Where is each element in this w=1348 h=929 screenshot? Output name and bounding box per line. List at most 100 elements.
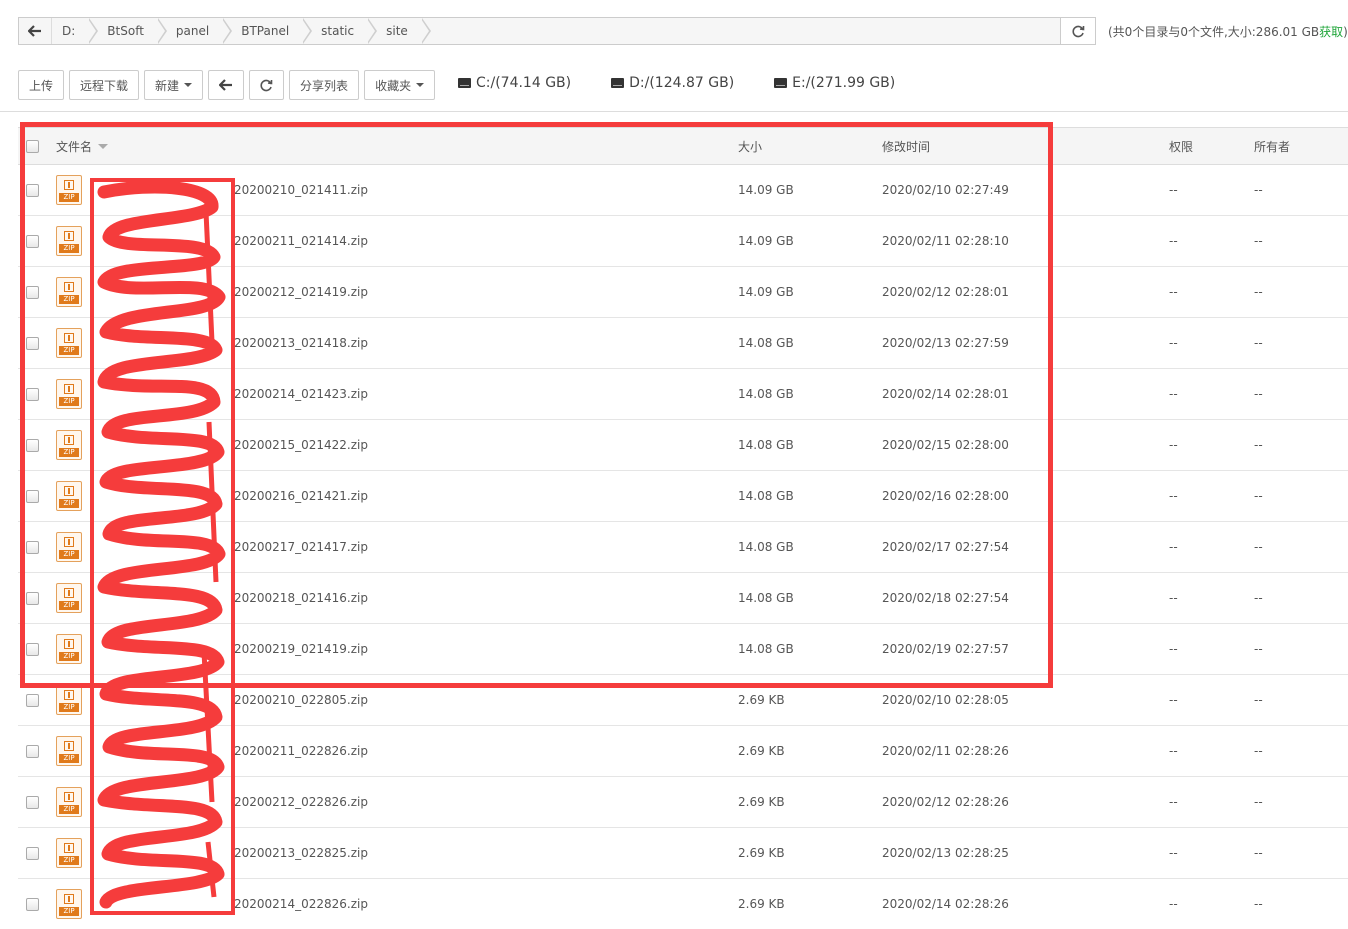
breadcrumb-item[interactable]: BtSoft [89, 18, 167, 44]
path-bar: D: BtSoft panel BTPanel static site [18, 17, 1096, 45]
row-checkbox[interactable] [26, 846, 39, 860]
row-checkbox[interactable] [26, 183, 39, 197]
file-size: 14.08 GB [738, 540, 794, 554]
directory-summary: (共0个目录与0个文件,大小:286.01 GB获取) [1108, 25, 1348, 39]
file-name-cell[interactable]: ZIP 20200217_021417.zip [56, 522, 368, 572]
table-row[interactable]: ZIP 20200218_021416.zip 14.08 GB 2020/02/18… [18, 573, 1348, 624]
file-size: 2.69 KB [738, 795, 785, 809]
file-name-cell[interactable]: ZIP 20200210_021411.zip [56, 165, 368, 215]
refresh-button[interactable] [249, 70, 285, 100]
file-permission: -- [1169, 795, 1178, 809]
row-checkbox[interactable] [26, 897, 39, 911]
back-button[interactable] [208, 70, 245, 100]
remote-download-button[interactable]: 远程下载 [69, 70, 140, 100]
file-name-cell[interactable]: ZIP 20200212_022826.zip [56, 777, 368, 827]
row-checkbox[interactable] [26, 489, 39, 503]
table-row[interactable]: ZIP 20200211_021414.zip 14.09 GB 2020/02/11… [18, 216, 1348, 267]
file-modified-time: 2020/02/12 02:28:01 [882, 285, 1009, 299]
table-row[interactable]: ZIP 20200214_022826.zip 2.69 KB 2020/02/14 … [18, 879, 1348, 929]
file-size: 14.09 GB [738, 234, 794, 248]
file-name-cell[interactable]: ZIP 20200218_021416.zip [56, 573, 368, 623]
file-name-cell[interactable]: ZIP 20200210_022805.zip [56, 675, 368, 725]
table-row[interactable]: ZIP 20200210_022805.zip 2.69 KB 2020/02/10 … [18, 675, 1348, 726]
row-checkbox[interactable] [26, 693, 39, 707]
table-row[interactable]: ZIP 20200213_022825.zip 2.69 KB 2020/02/13 … [18, 828, 1348, 879]
file-permission: -- [1169, 234, 1178, 248]
file-modified-time: 2020/02/14 02:28:01 [882, 387, 1009, 401]
sort-by-name[interactable]: 文件名 [56, 128, 109, 164]
file-name-cell[interactable]: ZIP 20200214_021423.zip [56, 369, 368, 419]
file-name-cell[interactable]: ZIP 20200213_021418.zip [56, 318, 368, 368]
select-all-checkbox[interactable] [26, 139, 39, 153]
disk-d[interactable]: D:/(124.87 GB) [611, 75, 734, 91]
breadcrumb-item[interactable]: D: [52, 18, 99, 44]
row-checkbox[interactable] [26, 336, 39, 350]
upload-button[interactable]: 上传 [18, 70, 65, 100]
new-dropdown-button[interactable]: 新建 [144, 70, 204, 100]
header-time[interactable]: 修改时间 [882, 128, 930, 164]
path-refresh-button[interactable] [1060, 18, 1095, 44]
disk-c[interactable]: C:/(74.14 GB) [458, 75, 571, 91]
table-row[interactable]: ZIP 20200217_021417.zip 14.08 GB 2020/02/17… [18, 522, 1348, 573]
table-row[interactable]: ZIP 20200219_021419.zip 14.08 GB 2020/02/19… [18, 624, 1348, 675]
file-name: 20200218_021416.zip [234, 591, 368, 605]
row-checkbox[interactable] [26, 285, 39, 299]
zip-file-icon: ZIP [56, 430, 82, 460]
arrow-left-icon [219, 79, 233, 91]
row-checkbox[interactable] [26, 744, 39, 758]
header-owner: 所有者 [1254, 139, 1291, 154]
breadcrumb-item[interactable]: panel [157, 18, 233, 44]
table-row[interactable]: ZIP 20200212_022826.zip 2.69 KB 2020/02/12 … [18, 777, 1348, 828]
file-modified-time: 2020/02/17 02:27:54 [882, 540, 1009, 554]
get-size-link[interactable]: 获取 [1319, 25, 1343, 39]
breadcrumb-item[interactable]: static [303, 18, 378, 44]
file-owner: -- [1254, 336, 1263, 350]
zip-file-icon: ZIP [56, 226, 82, 256]
zip-file-icon: ZIP [56, 787, 82, 817]
file-size: 14.08 GB [738, 591, 794, 605]
file-permission: -- [1169, 387, 1178, 401]
file-modified-time: 2020/02/10 02:28:05 [882, 693, 1009, 707]
favorites-dropdown-button[interactable]: 收藏夹 [364, 70, 436, 100]
file-name-cell[interactable]: ZIP 20200216_021421.zip [56, 471, 368, 521]
table-row[interactable]: ZIP 20200215_021422.zip 14.08 GB 2020/02/15… [18, 420, 1348, 471]
file-name-cell[interactable]: ZIP 20200214_022826.zip [56, 879, 368, 929]
file-name-cell[interactable]: ZIP 20200211_022826.zip [56, 726, 368, 776]
table-header: 文件名 大小 修改时间 权限 所有者 [18, 127, 1348, 165]
file-name: 20200212_022826.zip [234, 795, 368, 809]
file-name-cell[interactable]: ZIP 20200212_021419.zip [56, 267, 368, 317]
row-checkbox[interactable] [26, 591, 39, 605]
zip-file-icon: ZIP [56, 481, 82, 511]
file-modified-time: 2020/02/13 02:27:59 [882, 336, 1009, 350]
share-list-button[interactable]: 分享列表 [289, 70, 360, 100]
header-size[interactable]: 大小 [738, 128, 762, 164]
breadcrumb-item[interactable]: BTPanel [223, 18, 313, 44]
table-row[interactable]: ZIP 20200216_021421.zip 14.08 GB 2020/02/16… [18, 471, 1348, 522]
row-checkbox[interactable] [26, 234, 39, 248]
disk-e[interactable]: E:/(271.99 GB) [774, 75, 895, 91]
file-modified-time: 2020/02/13 02:28:25 [882, 846, 1009, 860]
file-name: 20200213_022825.zip [234, 846, 368, 860]
file-permission: -- [1169, 591, 1178, 605]
table-body: ZIP 20200210_021411.zip 14.09 GB 2020/02/10… [18, 165, 1348, 929]
file-name-cell[interactable]: ZIP 20200211_021414.zip [56, 216, 368, 266]
file-name-cell[interactable]: ZIP 20200219_021419.zip [56, 624, 368, 674]
table-row[interactable]: ZIP 20200210_021411.zip 14.09 GB 2020/02/10… [18, 165, 1348, 216]
file-name: 20200219_021419.zip [234, 642, 368, 656]
file-modified-time: 2020/02/16 02:28:00 [882, 489, 1009, 503]
row-checkbox[interactable] [26, 642, 39, 656]
table-row[interactable]: ZIP 20200211_022826.zip 2.69 KB 2020/02/11 … [18, 726, 1348, 777]
file-name-cell[interactable]: ZIP 20200213_022825.zip [56, 828, 368, 878]
path-back-button[interactable] [19, 18, 52, 44]
row-checkbox[interactable] [26, 795, 39, 809]
zip-file-icon: ZIP [56, 277, 82, 307]
file-name-cell[interactable]: ZIP 20200215_021422.zip [56, 420, 368, 470]
table-row[interactable]: ZIP 20200213_021418.zip 14.08 GB 2020/02/13… [18, 318, 1348, 369]
table-row[interactable]: ZIP 20200214_021423.zip 14.08 GB 2020/02/14… [18, 369, 1348, 420]
table-row[interactable]: ZIP 20200212_021419.zip 14.09 GB 2020/02/12… [18, 267, 1348, 318]
file-modified-time: 2020/02/18 02:27:54 [882, 591, 1009, 605]
row-checkbox[interactable] [26, 387, 39, 401]
file-name: 20200217_021417.zip [234, 540, 368, 554]
row-checkbox[interactable] [26, 438, 39, 452]
row-checkbox[interactable] [26, 540, 39, 554]
